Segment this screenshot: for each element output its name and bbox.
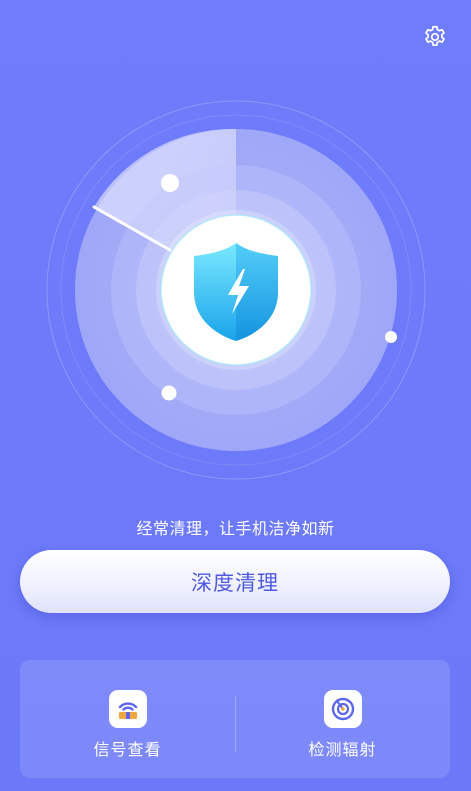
app-screen: 经常清理，让手机洁净如新 深度清理 信号查看 检测辐射 (0, 0, 471, 791)
scanner-radar (46, 100, 426, 480)
tool-signal-check[interactable]: 信号查看 (20, 660, 235, 778)
deep-clean-button[interactable]: 深度清理 (20, 550, 450, 613)
deep-clean-label: 深度清理 (191, 570, 279, 595)
tools-panel: 信号查看 检测辐射 (20, 660, 450, 778)
tool-label: 信号查看 (93, 740, 162, 759)
router-icon (108, 690, 147, 728)
tool-radiation-detect[interactable]: 检测辐射 (235, 660, 450, 778)
radar-dot (161, 385, 177, 401)
radar-dot (385, 331, 397, 343)
radar-dot (161, 174, 179, 192)
radiation-scan-icon (323, 690, 362, 728)
tagline: 经常清理，让手机洁净如新 (136, 519, 335, 538)
tool-label: 检测辐射 (308, 740, 377, 759)
